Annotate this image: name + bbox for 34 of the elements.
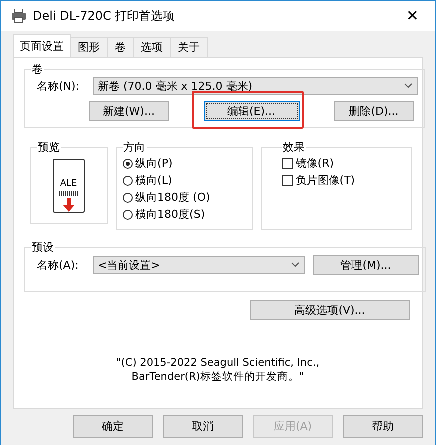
preset-dropdown[interactable]: <当前设置> <box>93 256 305 274</box>
effect-checkbox[interactable]: 负片图像(T) <box>282 172 406 189</box>
effect-checkbox[interactable]: 镜像(R) <box>282 155 406 172</box>
printer-icon <box>11 9 27 23</box>
group-label: 效果 <box>282 140 306 155</box>
orientation-radio[interactable]: 纵向180度 (O) <box>122 189 246 206</box>
field-label: 名称(A): <box>37 258 80 272</box>
roll-button[interactable]: 删除(D)... <box>334 101 414 121</box>
copyright-text: "(C) 2015-2022 Seagull Scientific, Inc., <box>116 356 320 370</box>
group-label: 预设 <box>31 240 55 255</box>
advanced-options-button[interactable]: 高级选项(V)... <box>250 300 410 320</box>
chevron-down-icon <box>404 83 413 89</box>
roll-button[interactable]: 新建(W)... <box>89 101 169 121</box>
orientation-radio[interactable]: 横向(L) <box>122 172 246 189</box>
group-label: 卷 <box>31 62 44 77</box>
preview-text: ALE <box>60 179 78 189</box>
roll-button[interactable]: 编辑(E)... <box>204 101 300 121</box>
window-title: Deli DL-720C 打印首选项 <box>33 8 176 24</box>
field-label: 名称(N): <box>37 78 81 94</box>
tab[interactable]: 页面设置 <box>13 34 71 57</box>
barcode-icon <box>58 191 79 196</box>
manage-button[interactable]: 管理(M)... <box>313 255 419 275</box>
dialog-button[interactable]: 确定 <box>73 415 153 438</box>
dialog-button[interactable]: 取消 <box>163 415 243 438</box>
group-label: 方向 <box>122 140 147 155</box>
chevron-down-icon <box>291 262 300 268</box>
orientation-radio[interactable]: 横向180度(S) <box>122 206 246 223</box>
arrow-down-icon <box>62 198 75 212</box>
dialog-button[interactable]: 帮助 <box>343 415 423 438</box>
tab[interactable]: 关于 <box>170 37 208 57</box>
group-label: 预览 <box>37 140 61 155</box>
close-button[interactable]: ✕ <box>400 7 425 25</box>
orientation-radio[interactable]: 纵向(P) <box>122 155 246 172</box>
copyright-text: BarTender(R)标签软件的开发商。" <box>132 370 304 384</box>
